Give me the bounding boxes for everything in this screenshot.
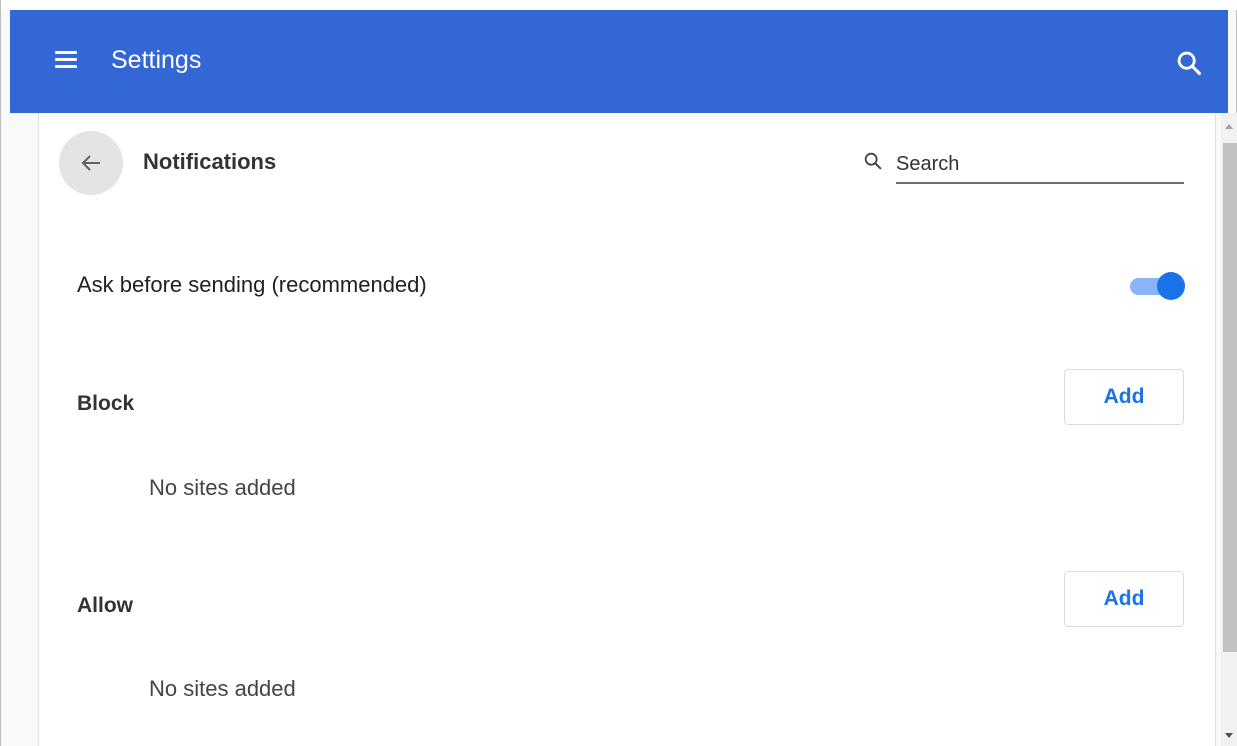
ask-before-sending-toggle[interactable]: [1128, 272, 1186, 300]
allow-add-button[interactable]: Add: [1064, 571, 1184, 627]
search-input[interactable]: [896, 146, 1184, 184]
block-add-button[interactable]: Add: [1064, 369, 1184, 425]
search-icon[interactable]: [1175, 49, 1203, 77]
page-title: Notifications: [143, 149, 277, 174]
scrollbar-thumb[interactable]: [1223, 143, 1237, 652]
content-card: [38, 113, 1216, 746]
window-top-edge: [1, 0, 1237, 10]
allow-section-title: Allow: [77, 594, 133, 617]
app-title: Settings: [111, 46, 202, 74]
hamburger-menu-icon[interactable]: [55, 51, 77, 69]
toggle-knob: [1157, 272, 1185, 300]
settings-window: Settings Notifications Ask before sendin…: [0, 0, 1237, 746]
scroll-down-arrow-icon[interactable]: [1225, 733, 1233, 738]
arrow-back-icon: [81, 155, 100, 171]
back-button[interactable]: [59, 131, 123, 195]
search-icon: [862, 150, 884, 172]
ask-before-sending-label: Ask before sending (recommended): [77, 272, 427, 297]
allow-empty-text: No sites added: [149, 676, 296, 701]
block-empty-text: No sites added: [149, 475, 296, 500]
scroll-up-arrow-icon[interactable]: [1225, 124, 1233, 129]
block-section-title: Block: [77, 392, 135, 415]
